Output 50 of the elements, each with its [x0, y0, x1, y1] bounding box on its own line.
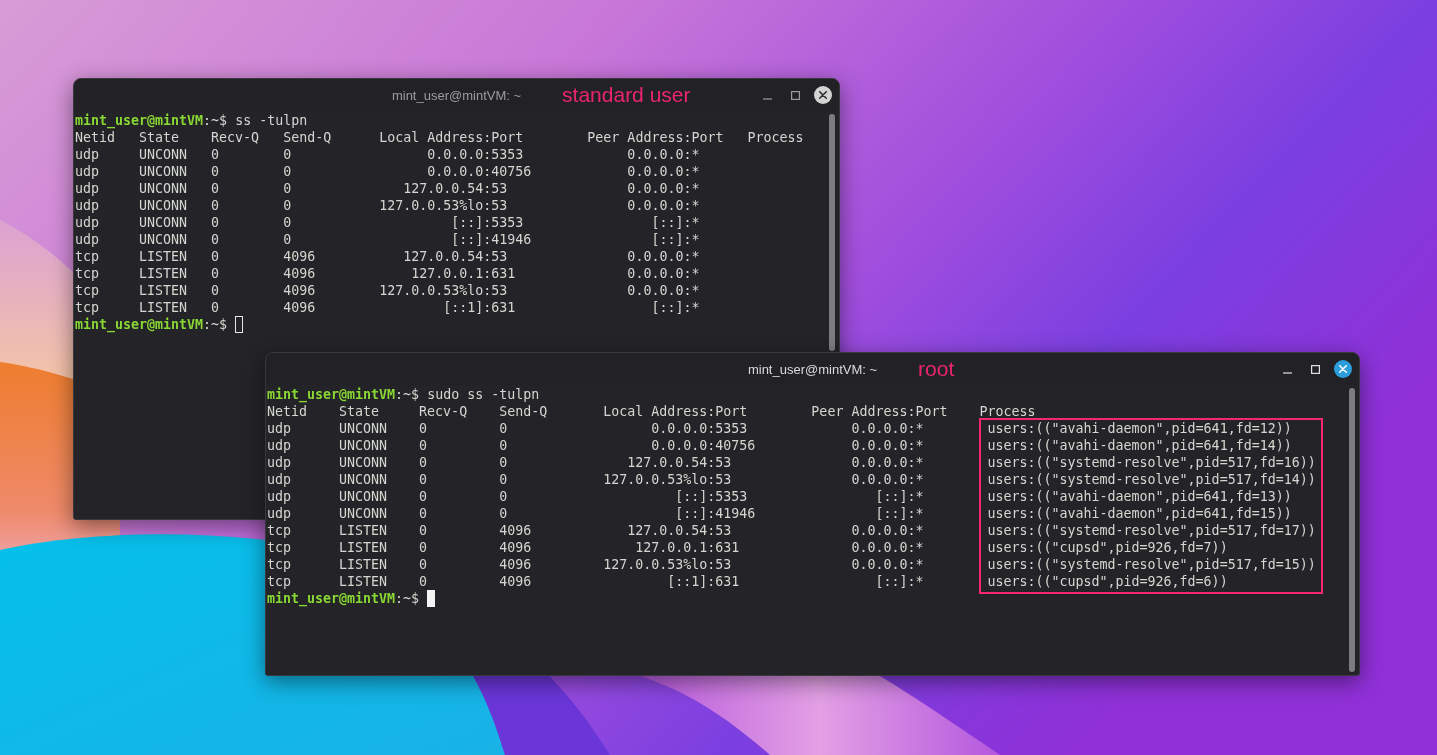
command-line: mint_user@mintVM:~$ sudo ss -tulpn	[267, 386, 541, 403]
close-button[interactable]	[814, 86, 832, 104]
output-line: udp UNCONN 0 0 0.0.0.0:5353 0.0.0.0:*	[267, 420, 925, 437]
output-line: tcp LISTEN 0 4096 127.0.0.53%lo:53 0.0.0.0:*	[75, 282, 701, 299]
window-title: mint_user@mintVM: ~	[747, 362, 878, 377]
output-line: udp UNCONN 0 0 [::]:41946 [::]:*	[267, 505, 925, 522]
output-line: udp UNCONN 0 0 127.0.0.53%lo:53 0.0.0.0:*	[267, 471, 925, 488]
process-info-line: users:(("avahi-daemon",pid=641,fd=13))	[987, 488, 1293, 505]
close-icon	[1339, 365, 1347, 373]
output-line: tcp LISTEN 0 4096 127.0.0.53%lo:53 0.0.0.0:*	[267, 556, 925, 573]
column-header-row-text: Netid State Recv-Q Send-Q Local Address:Port Peer Address:Port Process	[75, 129, 805, 146]
output-line: udp UNCONN 0 0 127.0.0.54:53 0.0.0.0:*	[267, 454, 925, 471]
process-info-line: users:(("avahi-daemon",pid=641,fd=14))	[987, 437, 1293, 454]
shell-prompt: mint_user@mintVM:~$	[75, 317, 228, 332]
output-line: tcp LISTEN 0 4096 127.0.0.54:53 0.0.0.0:*	[267, 522, 925, 539]
output-line: udp UNCONN 0 0 [::]:5353 [::]:*	[267, 488, 925, 505]
column-header-row-text: Netid State Recv-Q Send-Q Local Address:Port Peer Address:Port Process	[267, 403, 1037, 420]
window-title: mint_user@mintVM: ~	[391, 88, 522, 103]
minimize-icon	[762, 97, 772, 100]
output-line: udp UNCONN 0 0 127.0.0.53%lo:53 0.0.0.0:*	[75, 197, 701, 214]
output-line: udp UNCONN 0 0 [::]:5353 [::]:*	[75, 214, 701, 231]
process-info-line: users:(("systemd-resolve",pid=517,fd=16))	[987, 454, 1316, 471]
output-line: tcp LISTEN 0 4096 [::1]:631 [::]:*	[267, 573, 925, 590]
output-line: tcp LISTEN 0 4096 127.0.0.1:631 0.0.0.0:*	[267, 539, 925, 556]
process-info-line: users:(("cupsd",pid=926,fd=7))	[987, 539, 1229, 556]
close-button[interactable]	[1334, 360, 1352, 378]
output-line: udp UNCONN 0 0 [::]:41946 [::]:*	[75, 231, 701, 248]
output-line: tcp LISTEN 0 4096 127.0.0.1:631 0.0.0.0:*	[75, 265, 701, 282]
scrollbar-thumb[interactable]	[1349, 388, 1355, 672]
maximize-icon	[790, 90, 800, 100]
minimize-icon	[1282, 371, 1292, 374]
annotation-label: root	[918, 357, 955, 381]
scrollbar-thumb[interactable]	[829, 114, 835, 351]
output-line: udp UNCONN 0 0 0.0.0.0:40756 0.0.0.0:*	[267, 437, 925, 454]
process-info-line: users:(("avahi-daemon",pid=641,fd=12))	[987, 420, 1293, 437]
output-line: udp UNCONN 0 0 0.0.0.0:40756 0.0.0.0:*	[75, 163, 701, 180]
maximize-icon	[1310, 364, 1320, 374]
process-info-line: users:(("systemd-resolve",pid=517,fd=14))	[987, 471, 1316, 488]
output-line: tcp LISTEN 0 4096 127.0.0.54:53 0.0.0.0:*	[75, 248, 701, 265]
process-info-line: users:(("systemd-resolve",pid=517,fd=15))	[987, 556, 1316, 573]
command-line: mint_user@mintVM:~$ ss -tulpn	[75, 112, 309, 129]
process-info-line: users:(("cupsd",pid=926,fd=6))	[987, 573, 1229, 590]
process-info-line: users:(("avahi-daemon",pid=641,fd=15))	[987, 505, 1293, 522]
process-info-line: users:(("systemd-resolve",pid=517,fd=17))	[987, 522, 1316, 539]
shell-prompt: mint_user@mintVM:~$	[267, 591, 420, 606]
output-line: udp UNCONN 0 0 127.0.0.54:53 0.0.0.0:*	[75, 180, 701, 197]
output-line: udp UNCONN 0 0 0.0.0.0:5353 0.0.0.0:*	[75, 146, 701, 163]
output-line: tcp LISTEN 0 4096 [::1]:631 [::]:*	[75, 299, 701, 316]
annotation-label: standard user	[562, 83, 691, 107]
close-icon	[819, 91, 827, 99]
